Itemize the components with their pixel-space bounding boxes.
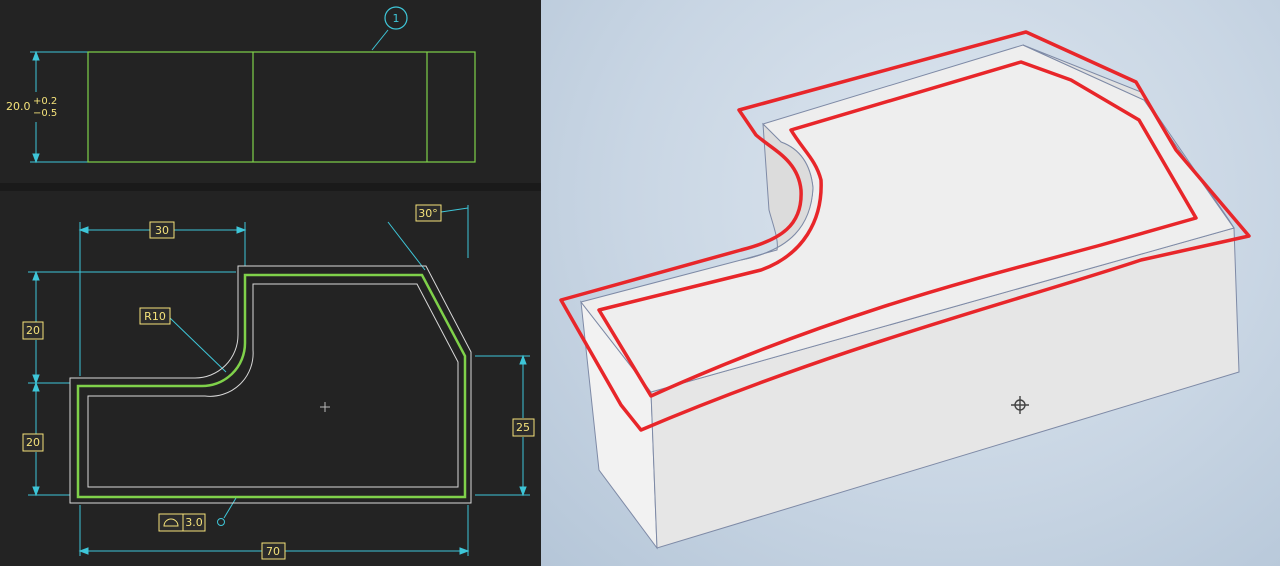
thickness-upper-tol: +0.2	[33, 96, 57, 107]
thickness-lower-tol: −0.5	[33, 108, 57, 119]
leader-dot-icon	[217, 518, 225, 526]
front-view	[87, 51, 476, 163]
dim-height-25: 25	[516, 421, 530, 434]
model-viewport[interactable]	[541, 0, 1280, 566]
balloon-number: 1	[393, 12, 400, 25]
dim-height-20-top: 20	[26, 324, 40, 337]
drawing-panel: 1 30 30° 20 20 R10 25 70 3.0 20.0 +0.2 −…	[0, 0, 541, 566]
dim-height-20-bottom: 20	[26, 436, 40, 449]
dim-radius: R10	[144, 310, 166, 323]
drawing-svg: 1 30 30° 20 20 R10 25 70 3.0 20.0 +0.2 −…	[6, 6, 535, 560]
dim-width-70: 70	[266, 545, 280, 558]
screenshot-stage: 1 30 30° 20 20 R10 25 70 3.0 20.0 +0.2 −…	[0, 0, 1280, 566]
profile-tolerance-value: 3.0	[185, 516, 203, 529]
top-view	[69, 265, 472, 504]
thickness-nominal: 20.0	[6, 100, 31, 113]
model-svg	[559, 30, 1251, 550]
dim-angle-30: 30°	[418, 207, 438, 220]
dim-width-30: 30	[155, 224, 169, 237]
center-mark-icon	[320, 402, 330, 412]
